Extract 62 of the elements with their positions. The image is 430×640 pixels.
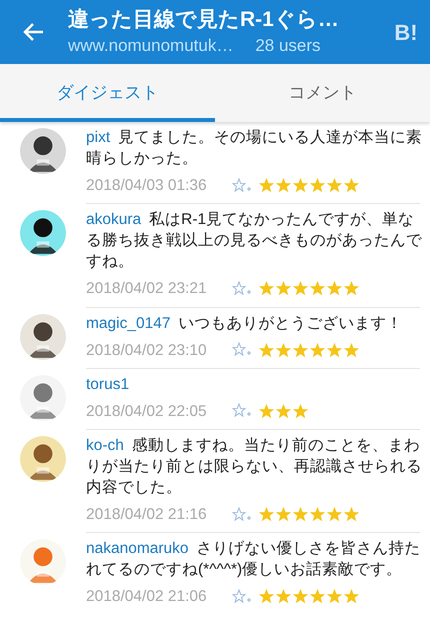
star-icon [275, 506, 292, 524]
star-icon [258, 402, 275, 420]
star-icon [275, 177, 292, 194]
star-add-icon[interactable] [232, 403, 252, 420]
star-icon [309, 506, 326, 524]
star-icon [292, 588, 309, 606]
tab[interactable]: ダイジェスト [0, 64, 215, 122]
star-icon [326, 177, 343, 194]
star-icon [309, 280, 326, 298]
star-add-icon[interactable] [232, 342, 252, 358]
star-icon [258, 280, 275, 298]
star-icon [292, 506, 309, 524]
timestamp: 2018/04/02 23:10 [86, 340, 208, 360]
comment-text: ko-ch 感動しますね。当たり前のことを、まわりが当たり前とは限らない、再認識させられる内容でした。 [86, 436, 423, 498]
user-count: 28 users [255, 35, 321, 57]
star-icon [258, 588, 275, 606]
page-url: www.nomunomutuk… [68, 35, 234, 57]
star-add-icon[interactable] [232, 588, 252, 605]
star-icon [292, 280, 309, 298]
bookmark-button[interactable]: B! [382, 0, 430, 64]
timestamp: 2018/04/03 01:36 [86, 176, 208, 196]
star-icon [326, 588, 343, 606]
star-icon [292, 402, 309, 420]
star-icon [343, 588, 360, 606]
username-link[interactable]: pixt [86, 129, 110, 146]
star-icon [343, 177, 360, 194]
star-icon [275, 342, 292, 359]
star-icon [309, 177, 326, 194]
comment-text: nakanomaruko さりげない優しさを皆さん持たれてるのですね(*^^^*)優しいお話素敵です。 [86, 539, 422, 580]
star-icon [292, 342, 309, 359]
username-link[interactable]: akokura [86, 211, 142, 228]
star-icon [326, 280, 343, 298]
star-icon [275, 280, 292, 298]
star-icon [309, 342, 326, 359]
timestamp: 2018/04/02 21:16 [86, 505, 208, 525]
username-link[interactable]: torus1 [86, 376, 130, 393]
username-link[interactable]: ko-ch [86, 437, 124, 454]
star-icon [309, 588, 326, 606]
star-icon [292, 177, 309, 194]
timestamp: 2018/04/02 22:05 [86, 402, 208, 422]
timestamp: 2018/04/02 21:06 [86, 587, 208, 608]
star-icon [326, 342, 343, 359]
comment-text: pixt 見てました。その場にいる人達が本当に素晴らしかった。 [86, 128, 424, 169]
star-icon [258, 506, 275, 524]
comment-text: magic_0147 いつもありがとうございます！ [86, 314, 404, 334]
star-add-icon[interactable] [232, 178, 252, 194]
star-icon [275, 402, 292, 420]
star-icon [258, 342, 275, 359]
star-add-icon[interactable] [232, 506, 252, 523]
star-icon [275, 588, 292, 606]
star-icon [343, 342, 360, 359]
star-icon [258, 177, 275, 194]
username-link[interactable]: magic_0147 [86, 314, 170, 332]
star-add-icon[interactable] [232, 280, 252, 297]
tab[interactable]: コメント [215, 64, 430, 122]
comment-text: akokura 私はR-1見てなかったんですが、単なる勝ち抜き戦以上の見るべきものがあったんですね。 [86, 210, 423, 272]
timestamp: 2018/04/02 23:21 [86, 279, 208, 300]
page-title: 違った目線で見たR-1ぐら… [68, 7, 340, 33]
star-icon [343, 280, 360, 298]
star-icon [343, 506, 360, 524]
star-icon [326, 506, 343, 524]
username-link[interactable]: nakanomaruko [86, 540, 189, 558]
